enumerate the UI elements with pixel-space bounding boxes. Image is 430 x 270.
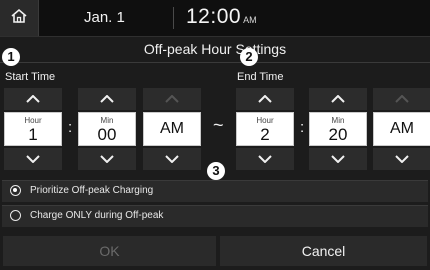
start-min-caption: Min [100,116,114,125]
title-divider [0,62,430,63]
status-bar: Jan. 1 12:00 AM [0,0,430,37]
start-ampm-field[interactable]: AM [143,112,201,146]
start-ampm-value: AM [160,120,184,137]
status-divider [173,7,174,29]
chevron-up-icon [26,95,40,103]
end-hour-value: 2 [260,125,270,144]
end-colon: : [300,119,305,136]
start-min-down-button[interactable] [78,148,136,170]
end-ampm-down-button[interactable] [373,148,430,170]
radio-unselected-icon [10,210,21,221]
cancel-button[interactable]: Cancel [220,236,427,266]
start-colon: : [68,119,73,136]
start-hour-value: 1 [28,125,38,144]
end-hour-caption: Hour [256,116,274,125]
range-separator: ~ [213,115,224,135]
end-hour-down-button[interactable] [236,148,294,170]
chevron-up-icon [258,95,272,103]
home-icon [10,8,28,29]
end-hour-field[interactable]: Hour 2 [236,112,294,146]
chevron-up-icon [100,95,114,103]
ok-button[interactable]: OK [3,236,216,266]
start-min-up-button[interactable] [78,88,136,110]
start-min-field[interactable]: Min 00 [78,112,136,146]
callout-1: 1 [2,48,20,66]
chevron-down-icon [100,155,114,163]
clock-display: 12:00 AM [186,5,257,29]
date-display: Jan. 1 [84,9,125,26]
chevron-down-icon [331,155,345,163]
chevron-down-icon [165,155,179,163]
start-hour-caption: Hour [24,116,42,125]
clock-time: 12:00 [186,5,242,28]
start-ampm-up-button[interactable] [143,88,201,110]
chevron-down-icon [258,155,272,163]
option-label: Charge ONLY during Off-peak [30,210,164,221]
end-ampm-value: AM [390,120,414,137]
chevron-up-icon [331,95,345,103]
end-hour-up-button[interactable] [236,88,294,110]
option-prioritize-off-peak[interactable]: Prioritize Off-peak Charging [2,180,428,202]
end-ampm-up-button[interactable] [373,88,430,110]
option-label: Prioritize Off-peak Charging [30,185,154,196]
start-time-label: Start Time [5,71,56,83]
off-peak-settings-screen: Jan. 1 12:00 AM Off-peak Hour Settings 1 … [0,0,430,270]
end-time-label: End Time [237,71,284,83]
end-min-field[interactable]: Min 20 [309,112,367,146]
clock-ampm: AM [243,15,257,25]
end-min-caption: Min [331,116,345,125]
chevron-up-icon [395,95,409,103]
home-button[interactable] [0,0,39,36]
radio-selected-icon [10,185,21,196]
chevron-down-icon [26,155,40,163]
start-hour-up-button[interactable] [4,88,62,110]
callout-3: 3 [207,162,225,180]
end-min-down-button[interactable] [309,148,367,170]
start-min-value: 00 [97,125,117,144]
start-ampm-down-button[interactable] [143,148,201,170]
callout-2: 2 [240,48,258,66]
option-charge-only-off-peak[interactable]: Charge ONLY during Off-peak [2,205,428,227]
chevron-down-icon [395,155,409,163]
start-hour-field[interactable]: Hour 1 [4,112,62,146]
chevron-up-icon [165,95,179,103]
end-min-value: 20 [328,125,348,144]
page-title: Off-peak Hour Settings [143,41,287,57]
start-hour-down-button[interactable] [4,148,62,170]
end-ampm-field[interactable]: AM [373,112,430,146]
end-min-up-button[interactable] [309,88,367,110]
